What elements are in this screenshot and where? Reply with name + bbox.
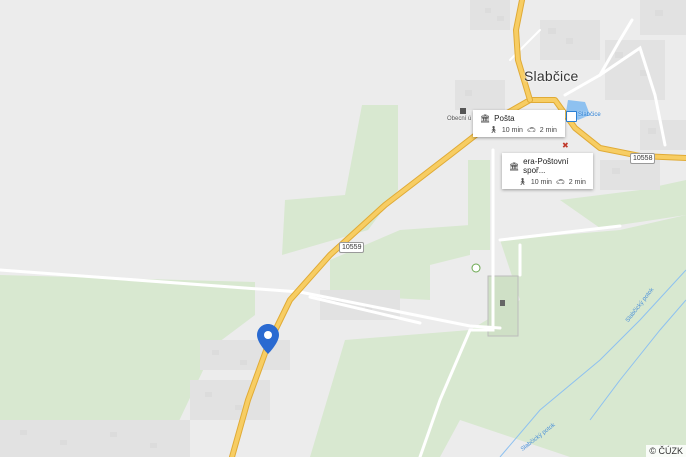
bus-stop-label: Slabčice [578, 112, 601, 118]
car-icon: 🚗︎ [526, 127, 536, 134]
popup-posta[interactable]: 🏛︎ Pošta 🚶︎ 10 min 🚗︎ 2 min [473, 110, 565, 137]
walk-icon: 🚶︎ [489, 127, 498, 134]
bus-stop-icon[interactable] [566, 111, 577, 122]
map-canvas[interactable]: Slabčice 10559 10558 Obecní ú Slabčice S… [0, 0, 686, 457]
building-icon: 🏛︎ [509, 161, 520, 171]
road-number-10558: 10558 [630, 153, 656, 164]
close-icon[interactable]: ✖ [562, 141, 572, 151]
town-label: Slabčice [524, 68, 579, 84]
forest-area [282, 105, 398, 255]
park-icon [471, 263, 481, 273]
walk-time: 10 min [501, 126, 523, 134]
popup-postovni-sporitelna[interactable]: 🏛︎ era-Poštovní spoř... 🚶︎ 10 min 🚗︎ 2 m… [502, 153, 593, 189]
chapel-icon [500, 300, 505, 306]
location-pin-icon[interactable] [257, 324, 279, 354]
building-icon: 🏛︎ [480, 114, 491, 123]
drive-time: 2 min [568, 178, 586, 186]
map-base-layer [0, 0, 686, 457]
popup-title: Pošta [494, 114, 515, 123]
copyright-notice: © ČÚZK [646, 445, 686, 457]
drive-time: 2 min [539, 126, 557, 134]
walk-time: 10 min [530, 178, 552, 186]
walk-icon: 🚶︎ [518, 179, 527, 186]
popup-title: era-Poštovní spoř... [523, 157, 569, 175]
road-number-10559: 10559 [339, 242, 365, 253]
forest-area [468, 160, 490, 250]
municipal-office-label: Obecní ú [447, 116, 472, 122]
car-icon: 🚗︎ [555, 179, 565, 186]
municipal-office-icon [460, 108, 466, 114]
